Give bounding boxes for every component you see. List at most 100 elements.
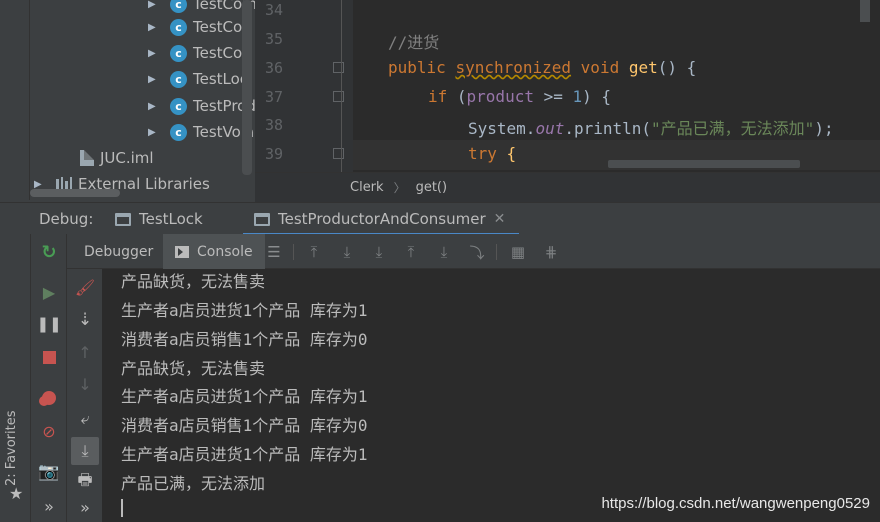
keyword-public: public xyxy=(388,58,446,77)
code-line-method: public synchronized void get() { xyxy=(388,58,696,77)
if-open: ( xyxy=(447,87,467,106)
fold-marker-icon[interactable] xyxy=(333,62,344,73)
resume-icon[interactable]: ▶ xyxy=(38,281,60,303)
clear-all-icon[interactable]: 🖌 xyxy=(74,276,96,298)
up-arrow-icon[interactable]: ↑ xyxy=(74,341,96,363)
star-icon: ★ xyxy=(9,484,24,503)
debug-controls-column: ↻ ▶ ❚❚ ⊘ 📷 » xyxy=(31,234,67,522)
if-close: ) { xyxy=(582,87,612,106)
console-controls-column: 🖌 ⇣ ↑ ↓ ⤶ ⤓ 🖶 » xyxy=(67,269,103,522)
console-toolbar: Debugger Console ☰ ⤒ ⤓ ⤓ ⤒ ⤓ ⤵ ▦ ⋕ xyxy=(67,234,880,269)
console-line: 生产者a店员进货1个产品 库存为1 xyxy=(121,301,368,320)
run-to-cursor-icon[interactable]: ⤵ xyxy=(467,242,487,262)
tab-testproductorandconsumer[interactable]: TestProductorAndConsumer ✕ xyxy=(254,203,506,235)
gutter-divider xyxy=(341,0,342,172)
keyword-if: if xyxy=(428,87,448,106)
rerun-icon[interactable]: ↻ xyxy=(38,241,60,263)
run-config-icon xyxy=(254,212,270,226)
scroll-to-end-icon[interactable]: ⤓ xyxy=(71,437,99,465)
iml-file-icon xyxy=(80,150,94,166)
fold-marker-icon[interactable] xyxy=(333,91,344,102)
string-literal: "产品已满，无法添加" xyxy=(651,119,815,138)
console-line: 生产者a店员进货1个产品 库存为1 xyxy=(121,445,368,464)
class-icon: c xyxy=(170,123,187,141)
separator xyxy=(496,244,497,260)
tree-item-file[interactable]: JUC.iml xyxy=(80,145,154,171)
expand-arrow-icon[interactable]: ▶ xyxy=(148,74,162,85)
println-call: .println( xyxy=(564,119,652,138)
tree-item-class[interactable]: ▶ c TestCop xyxy=(148,14,252,40)
expand-arrow-icon[interactable]: ▶ xyxy=(148,22,162,33)
keyword-void: void xyxy=(580,58,620,77)
line-number: 37 xyxy=(265,88,284,106)
vertical-scrollbar[interactable] xyxy=(242,0,252,175)
stop-icon[interactable] xyxy=(38,346,60,368)
system-prefix: System. xyxy=(468,119,536,138)
statement-end: ); xyxy=(814,119,834,138)
expand-arrow-icon[interactable]: ▶ xyxy=(148,127,162,138)
step-into-icon[interactable]: ⤓ xyxy=(369,242,389,262)
expand-arrow-icon[interactable]: ▶ xyxy=(34,179,48,190)
tree-item-label: TestLoc xyxy=(193,70,249,88)
camera-icon[interactable]: 📷 xyxy=(38,461,60,483)
editor-vertical-scrollbar[interactable] xyxy=(860,0,870,22)
down-arrow-icon[interactable]: ↓ xyxy=(74,373,96,395)
tree-item-class[interactable]: ▶ c TestProd xyxy=(148,93,256,119)
tab-label: Console xyxy=(197,243,253,260)
favorites-tab[interactable]: 2: Favorites xyxy=(4,410,19,486)
tree-item-label: JUC.iml xyxy=(100,149,154,167)
keyword-synchronized: synchronized xyxy=(455,58,572,77)
mute-breakpoints-icon[interactable]: ⊘ xyxy=(38,420,60,442)
menu-lines-icon[interactable]: ☰ xyxy=(264,242,284,262)
breadcrumb-class[interactable]: Clerk xyxy=(350,180,384,195)
show-execution-point-icon[interactable]: ⤒ xyxy=(304,242,324,262)
console-line: 生产者a店员进货1个产品 库存为1 xyxy=(121,387,368,406)
tree-item-class[interactable]: ▶ c TestLoc xyxy=(148,66,248,92)
pause-icon[interactable]: ❚❚ xyxy=(36,313,61,335)
horizontal-scrollbar[interactable] xyxy=(30,189,120,197)
more-icon[interactable]: » xyxy=(38,495,60,517)
view-breakpoints-icon[interactable] xyxy=(38,387,60,409)
tab-label: TestProductorAndConsumer xyxy=(278,210,486,228)
code-editor[interactable]: 34 35 36 37 38 39 //进货 public synchroniz… xyxy=(255,0,880,172)
editor-horizontal-scrollbar[interactable] xyxy=(608,160,800,168)
step-over-icon[interactable]: ⤓ xyxy=(337,242,357,262)
tab-testlock[interactable]: TestLock xyxy=(115,203,203,235)
more-icon[interactable]: » xyxy=(74,496,96,518)
breadcrumb: Clerk 〉 get() xyxy=(255,172,880,202)
console-line: 产品已满，无法添加 xyxy=(121,474,266,493)
tab-console[interactable]: Console xyxy=(163,234,265,269)
project-tree-panel: ▶ c TestCom ▶ c TestCop ▶ c TestCou ▶ c … xyxy=(0,0,257,200)
trace-icon[interactable]: ⋕ xyxy=(541,242,561,262)
tab-debugger[interactable]: Debugger xyxy=(84,234,153,269)
console-output[interactable]: 产品缺货，无法售卖 生产者a店员进货1个产品 库存为1 消费者a店员销售1个产品… xyxy=(103,269,880,522)
tree-item-class[interactable]: ▶ c TestVola xyxy=(148,119,254,145)
method-parens: () { xyxy=(657,58,697,77)
sort-icon[interactable]: ⇣ xyxy=(74,309,96,331)
run-config-icon xyxy=(115,212,131,226)
evaluate-expression-icon[interactable]: ▦ xyxy=(508,242,528,262)
code-line-try: try { xyxy=(468,144,516,163)
code-comment: //进货 xyxy=(388,33,440,52)
print-icon[interactable]: 🖶 xyxy=(74,470,96,493)
method-name: get xyxy=(628,58,658,77)
number-literal: 1 xyxy=(572,87,583,106)
expand-arrow-icon[interactable]: ▶ xyxy=(148,0,162,10)
close-icon[interactable]: ✕ xyxy=(494,211,506,227)
tree-item-class[interactable]: ▶ c TestCou xyxy=(148,40,252,66)
console-line: 产品缺货，无法售卖 xyxy=(121,359,266,378)
expand-arrow-icon[interactable]: ▶ xyxy=(148,48,162,59)
separator xyxy=(293,244,294,260)
drop-frame-icon[interactable]: ⤓ xyxy=(434,242,454,262)
fold-marker-icon[interactable] xyxy=(333,148,344,159)
debug-tool-window-header: Debug: TestLock TestProductorAndConsumer… xyxy=(0,202,880,236)
step-out-icon[interactable]: ⤒ xyxy=(401,242,421,262)
expand-arrow-icon[interactable]: ▶ xyxy=(148,101,162,112)
line-number: 38 xyxy=(265,116,284,134)
soft-wrap-icon[interactable]: ⤶ xyxy=(74,408,96,430)
operator-ge: >= xyxy=(533,87,573,106)
breadcrumb-method[interactable]: get() xyxy=(416,180,448,195)
console-line: 产品缺货，无法售卖 xyxy=(121,272,266,291)
line-number: 34 xyxy=(265,1,284,19)
chevron-right-icon: 〉 xyxy=(393,181,406,195)
